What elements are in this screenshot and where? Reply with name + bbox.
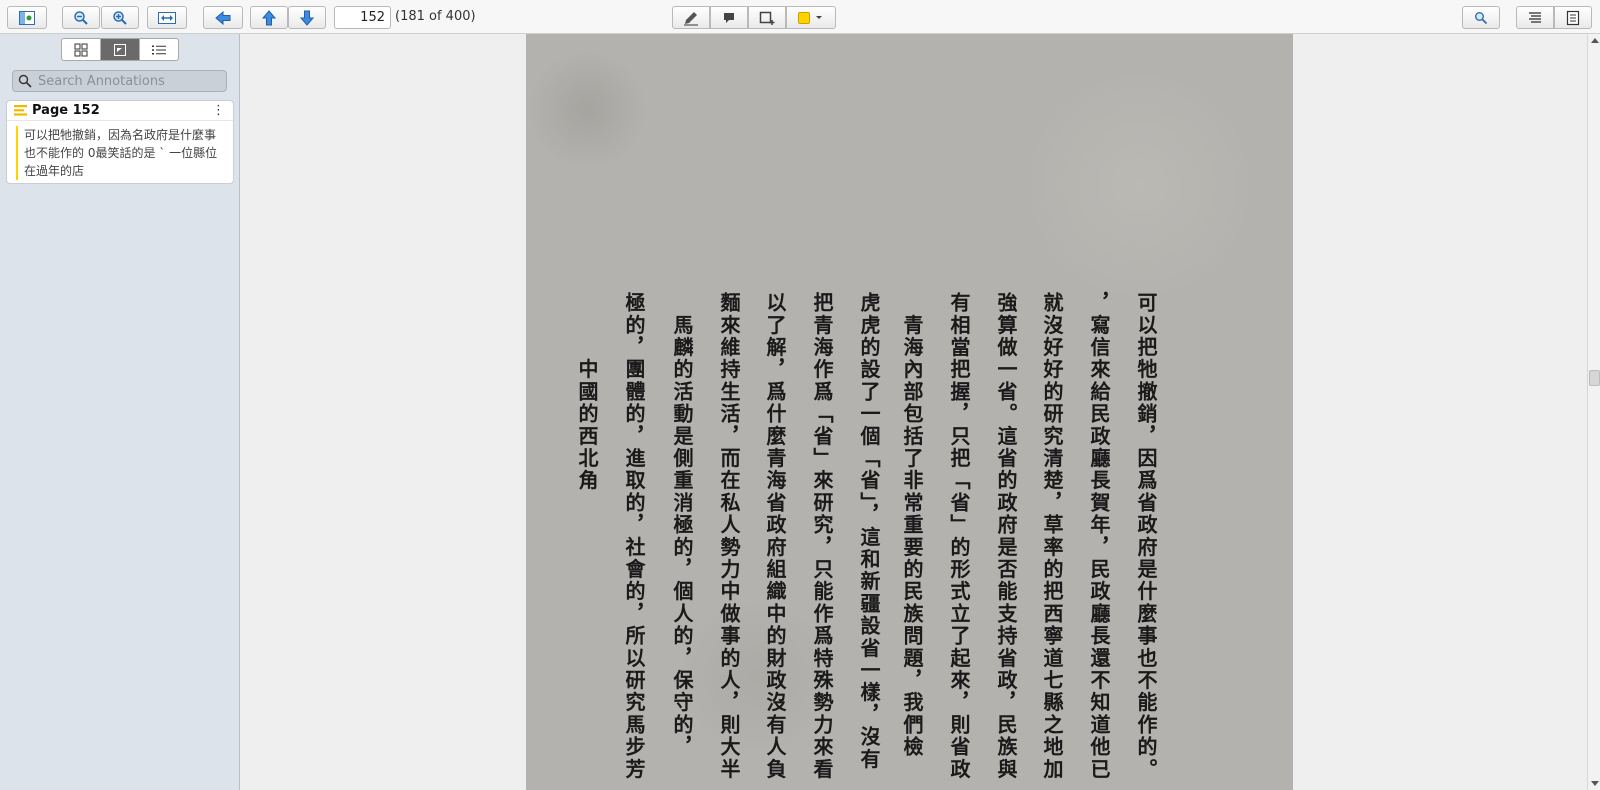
pdf-reader-app: (181 of 400)	[0, 0, 1600, 790]
thumbnails-view-button[interactable]	[62, 39, 101, 60]
zoom-out-button[interactable]	[62, 6, 100, 29]
thumbnails-icon	[74, 43, 88, 56]
box-annotation-button[interactable]	[748, 6, 786, 29]
text-column: 有相當把握，只把「省」的形式立了起來，則省政	[947, 292, 971, 781]
annotation-page-title: Page 152	[32, 103, 100, 118]
search-button[interactable]	[1462, 6, 1500, 29]
running-footer: 中國的西北角	[575, 292, 599, 492]
text-column: 麵來維持生活，而在私人勢力中做事的人，則大半	[717, 292, 741, 781]
highlight-tool-button[interactable]	[672, 6, 710, 29]
text-column: 就沒好好的研究清楚，草率的把西寧道七縣之地加	[1040, 292, 1064, 781]
fit-width-button[interactable]	[147, 6, 187, 29]
color-picker-button[interactable]	[786, 6, 836, 29]
text-column: 強算做一省。這省的政府是否能支持省政，民族與	[994, 292, 1018, 781]
main-toolbar: (181 of 400)	[0, 0, 1600, 34]
text-column: 青海內部包括了非常重要的民族問題，我們檢	[900, 292, 924, 759]
note-icon	[724, 12, 734, 23]
text-column: 以了解，爲什麼青海省政府組織中的財政沒有人負	[763, 292, 787, 781]
text-column: 虎虎的設了一個「省」，這和新疆設省一樣，沒有	[857, 292, 881, 771]
document-viewer[interactable]: 可以把牠撤銷，因爲省政府是什麼事也不能作的。 ，寫信來給民政廳長賀年，民政廳長還…	[240, 34, 1587, 790]
vertical-scrollbar[interactable]	[1587, 34, 1600, 790]
note-tool-button[interactable]	[710, 6, 748, 29]
page-count-label: (181 of 400)	[395, 9, 476, 24]
text-column: 馬麟的活動是側重消極的，個人的，保守的，	[670, 292, 694, 759]
previous-page-button[interactable]	[250, 6, 288, 29]
align-lines-icon	[1529, 11, 1541, 23]
color-swatch	[798, 11, 810, 24]
annotation-search-input[interactable]	[38, 73, 218, 89]
scroll-up-arrow-icon[interactable]	[1591, 38, 1599, 43]
annotations-view-button[interactable]	[101, 39, 140, 60]
arrow-up-icon	[262, 9, 276, 25]
context-pane-button[interactable]	[1516, 6, 1554, 29]
sidebar-toggle-icon	[19, 10, 35, 25]
sidebar-view-switcher	[61, 38, 179, 61]
search-icon	[1475, 11, 1488, 24]
text-column: 把青海作爲「省」來研究，只能作爲特殊勢力來看	[810, 292, 834, 781]
annotation-card[interactable]: Page 152 ⋮ 可以把牠撤銷，因為名政府是什麼事也不能作的 0最笑話的是 …	[6, 100, 234, 184]
outline-view-button[interactable]	[140, 39, 178, 60]
annotations-sidebar: Page 152 ⋮ 可以把牠撤銷，因為名政府是什麼事也不能作的 0最笑話的是 …	[0, 34, 240, 790]
text-column: 極的，團體的，進取的，社會的，所以研究馬步芳	[622, 292, 646, 781]
arrow-down-icon	[300, 10, 314, 26]
fit-width-icon	[158, 11, 176, 24]
chevron-down-icon	[816, 15, 822, 19]
toggle-sidebar-button[interactable]	[7, 6, 47, 29]
zoom-in-icon	[113, 10, 127, 25]
annotation-header: Page 152 ⋮	[7, 101, 233, 121]
document-page: 可以把牠撤銷，因爲省政府是什麼事也不能作的。 ，寫信來給民政廳長賀年，民政廳長還…	[526, 34, 1293, 790]
notes-document-icon	[1566, 10, 1580, 25]
notes-pane-button[interactable]	[1554, 6, 1592, 29]
annotation-view-icon	[114, 43, 126, 56]
scrollbar-thumb[interactable]	[1589, 370, 1600, 386]
annotation-menu-icon[interactable]: ⋮	[212, 103, 225, 118]
box-add-icon	[759, 11, 775, 25]
next-page-button[interactable]	[288, 6, 326, 29]
zoom-out-icon	[74, 10, 88, 25]
search-icon	[18, 74, 32, 88]
text-column: ，寫信來給民政廳長賀年，民政廳長還不知道他已	[1087, 292, 1111, 781]
text-column: 可以把牠撤銷，因爲省政府是什麼事也不能作的。	[1134, 292, 1158, 781]
highlight-annotation-icon	[14, 105, 27, 116]
annotation-text: 可以把牠撤銷，因為名政府是什麼事也不能作的 0最笑話的是 ` 一位縣位在過年的店	[16, 126, 226, 180]
arrow-left-icon	[215, 10, 231, 25]
back-button[interactable]	[203, 6, 243, 29]
scroll-down-arrow-icon[interactable]	[1591, 781, 1599, 786]
annotation-search-box	[12, 70, 227, 92]
page-number-input[interactable]	[334, 6, 391, 29]
list-icon	[152, 45, 166, 54]
zoom-in-button[interactable]	[101, 6, 139, 29]
pen-icon	[684, 11, 698, 25]
